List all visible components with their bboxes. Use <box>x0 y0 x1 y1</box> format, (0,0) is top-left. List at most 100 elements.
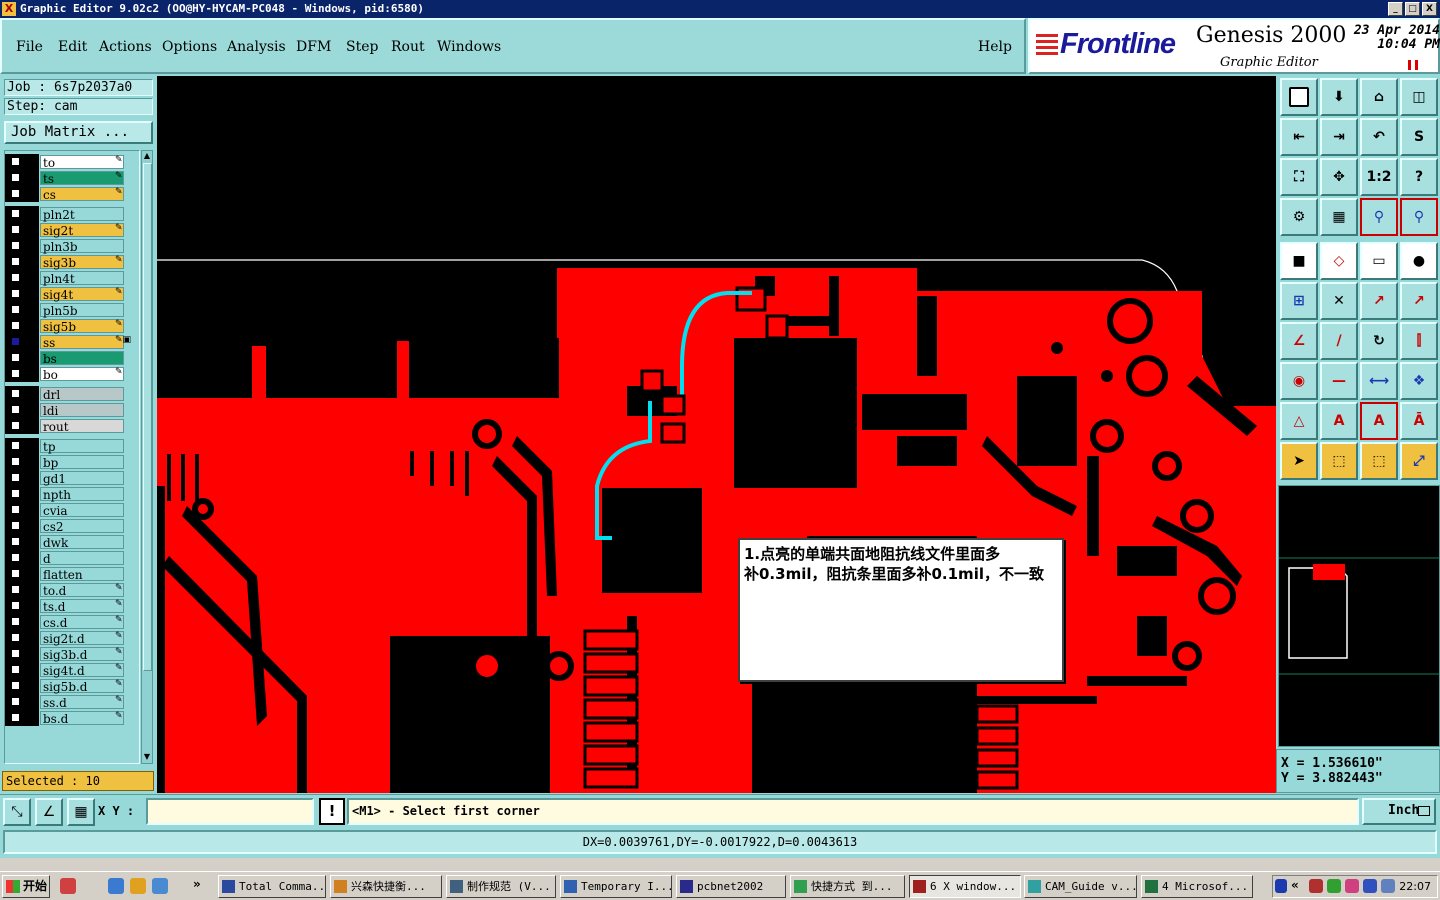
layer-name[interactable]: sig5b <box>40 319 124 334</box>
quicklaunch-clock-icon[interactable] <box>130 878 146 894</box>
tray-app2-icon[interactable] <box>1345 879 1359 893</box>
menu-actions[interactable]: Actions <box>99 39 152 55</box>
taskbar-button[interactable]: pcbnet2002 <box>676 875 786 898</box>
layer-toggle[interactable] <box>5 502 39 518</box>
query-icon[interactable]: ? <box>1400 158 1438 196</box>
layer-checkbox[interactable] <box>10 616 21 627</box>
layer-toggle[interactable] <box>5 386 39 402</box>
layer-toggle[interactable] <box>5 170 39 186</box>
layer-toggle[interactable] <box>5 206 39 222</box>
snap-center-icon[interactable]: ⚲ <box>1400 198 1438 236</box>
layer-row[interactable]: pln5b <box>5 302 139 318</box>
layer-name[interactable]: pln4t <box>40 271 124 286</box>
layer-row[interactable]: bs.d ✎ <box>5 710 139 726</box>
layer-toggle[interactable] <box>5 550 39 566</box>
layer-name[interactable]: dwk <box>40 535 124 550</box>
scroll-up-icon[interactable]: ▲ <box>142 151 152 162</box>
quicklaunch-app-icon[interactable] <box>60 878 76 894</box>
layer-toggle[interactable] <box>5 534 39 550</box>
layer-checkbox[interactable] <box>10 472 21 483</box>
layer-checkbox[interactable] <box>10 440 21 451</box>
taskbar-button[interactable]: Total Comma... <box>218 875 326 898</box>
layer-checkbox[interactable] <box>10 404 21 415</box>
pan-right-icon[interactable]: ⇥ <box>1320 118 1358 156</box>
scroll-down-icon[interactable]: ▼ <box>142 752 152 763</box>
grid-icon[interactable]: ▦ <box>1320 198 1358 236</box>
cross-icon[interactable]: ✕ <box>1320 282 1358 320</box>
taskbar-button[interactable]: 6 X window... <box>909 875 1021 898</box>
pointer-box-icon[interactable]: ⬚ <box>1320 442 1358 480</box>
quicklaunch-chevron[interactable]: » <box>193 877 201 891</box>
layer-row[interactable]: ts.d ✎ <box>5 598 139 614</box>
layer-toggle[interactable] <box>5 486 39 502</box>
layer-name[interactable]: sig2t <box>40 223 124 238</box>
text-a-selected-icon[interactable]: A <box>1360 402 1398 440</box>
menu-edit[interactable]: Edit <box>58 39 87 55</box>
layer-checkbox[interactable] <box>10 188 21 199</box>
layer-checkbox[interactable] <box>10 488 21 499</box>
layer-toggle[interactable] <box>5 598 39 614</box>
layer-name[interactable]: npth <box>40 487 124 502</box>
home-view-icon[interactable]: ⌂ <box>1360 78 1398 116</box>
layer-row[interactable]: bs <box>5 350 139 366</box>
layer-checkbox[interactable] <box>10 368 21 379</box>
layer-toggle[interactable] <box>5 470 39 486</box>
layer-name[interactable]: ts.d <box>40 599 124 614</box>
quicklaunch-browser-icon[interactable] <box>152 878 168 894</box>
pointer-select-icon[interactable]: ⬚ <box>1360 442 1398 480</box>
layer-name[interactable]: ss.d <box>40 695 124 710</box>
arc-icon[interactable]: ↻ <box>1360 322 1398 360</box>
layer-toggle[interactable] <box>5 286 39 302</box>
layer-row[interactable]: bp <box>5 454 139 470</box>
layer-row[interactable]: sig2t ✎ <box>5 222 139 238</box>
taskbar-button[interactable]: 4 Microsof... <box>1141 875 1253 898</box>
layer-name[interactable]: to.d <box>40 583 124 598</box>
menu-help[interactable]: Help <box>978 39 1012 55</box>
layer-toggle[interactable] <box>5 694 39 710</box>
layer-name[interactable]: sig5b.d <box>40 679 124 694</box>
layer-name[interactable]: cs2 <box>40 519 124 534</box>
layer-checkbox[interactable] <box>10 336 21 347</box>
tray-chevron[interactable]: « <box>1291 878 1299 892</box>
undo-zoom-icon[interactable]: ↶ <box>1360 118 1398 156</box>
scroll-thumb[interactable] <box>143 163 152 671</box>
layer-checkbox[interactable] <box>10 388 21 399</box>
fit-screen-icon[interactable]: ⛶ <box>1280 158 1318 196</box>
layer-checkbox[interactable] <box>10 256 21 267</box>
tray-network-icon[interactable] <box>1363 879 1377 893</box>
layer-row[interactable]: cs ✎ <box>5 186 139 202</box>
layer-row[interactable]: ts ✎ <box>5 170 139 186</box>
layer-row[interactable]: cs.d ✎ <box>5 614 139 630</box>
split-line-icon[interactable]: — <box>1320 362 1358 400</box>
layer-toggle[interactable] <box>5 238 39 254</box>
maximize-button[interactable]: □ <box>1405 2 1420 16</box>
layer-row[interactable]: to ✎ <box>5 154 139 170</box>
layer-toggle[interactable] <box>5 614 39 630</box>
layer-toggle[interactable] <box>5 402 39 418</box>
taskbar-button[interactable]: 兴森快捷衡... <box>330 875 442 898</box>
feature-select-icon[interactable]: ■ <box>1280 242 1318 280</box>
mirror-icon[interactable]: ⫿ <box>1400 322 1438 360</box>
layer-row[interactable]: bo ✎ <box>5 366 139 382</box>
layer-row[interactable]: d <box>5 550 139 566</box>
layer-checkbox[interactable] <box>10 288 21 299</box>
line-move-icon[interactable]: ↗ <box>1400 282 1438 320</box>
layer-name[interactable]: cvia <box>40 503 124 518</box>
layer-name[interactable]: to <box>40 155 124 170</box>
layer-toggle[interactable] <box>5 418 39 434</box>
layer-checkbox[interactable] <box>10 568 21 579</box>
layer-toggle[interactable] <box>5 366 39 382</box>
layer-name[interactable]: ts <box>40 171 124 186</box>
triangle-icon[interactable]: △ <box>1280 402 1318 440</box>
layer-checkbox[interactable] <box>10 648 21 659</box>
layer-name[interactable]: rout <box>40 419 124 434</box>
layer-name[interactable]: ldi <box>40 403 124 418</box>
layer-toggle[interactable] <box>5 678 39 694</box>
layer-checkbox[interactable] <box>10 156 21 167</box>
layer-toggle[interactable] <box>5 334 39 350</box>
layer-toggle[interactable] <box>5 454 39 470</box>
layer-checkbox[interactable] <box>10 584 21 595</box>
layer-name[interactable]: sig3b <box>40 255 124 270</box>
start-button[interactable]: 开始 <box>2 875 50 898</box>
layer-name[interactable]: bs <box>40 351 124 366</box>
